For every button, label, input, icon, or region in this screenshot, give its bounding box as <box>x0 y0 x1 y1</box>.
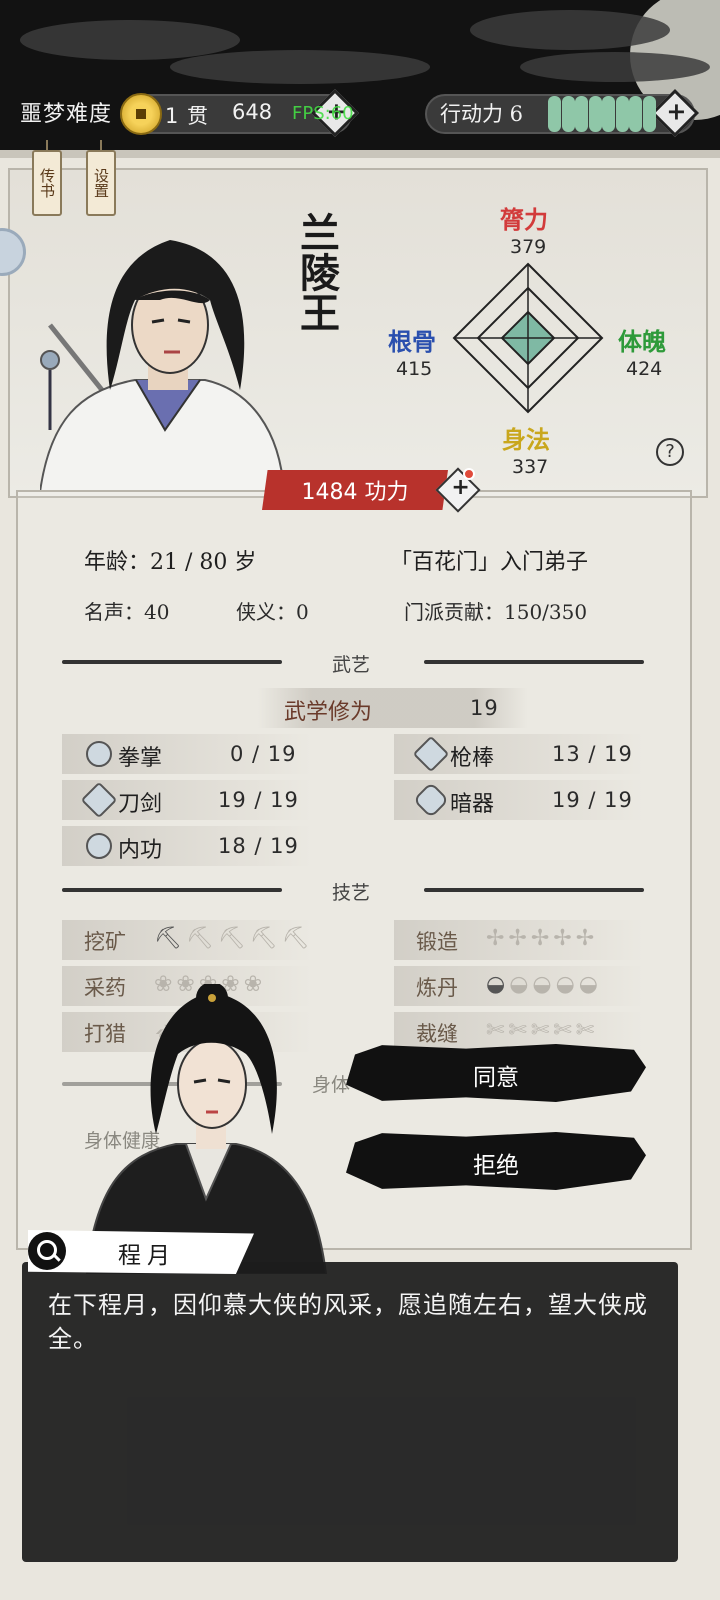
stamina-segment <box>629 96 642 132</box>
attribute-radar-chart <box>452 262 604 414</box>
accept-button-label[interactable]: 同意 <box>346 1058 646 1092</box>
skill-value: 19 / 19 <box>552 788 633 812</box>
skill-value: 13 / 19 <box>552 742 633 766</box>
follower-portrait <box>86 984 328 1274</box>
mortar-level-icons: ◒◒◒◒◒ <box>486 972 602 997</box>
stamina-segment <box>615 96 629 132</box>
attr-physique-value: 424 <box>626 358 663 380</box>
skill-value: 18 / 19 <box>218 834 299 858</box>
currency-sub-count: 648 <box>232 100 273 124</box>
skill-label: 拳掌 <box>118 746 163 771</box>
craft-label: 锻造 <box>416 930 458 954</box>
speaker-name: 程月 <box>118 1243 176 1269</box>
craft-label: 炼丹 <box>416 976 458 1000</box>
pickaxe-level-icons: ⛏⛏⛏⛏⛏ <box>154 926 314 951</box>
help-icon[interactable]: ? <box>656 438 684 466</box>
anvil-level-icons: ✢✢✢✢✢ <box>486 926 599 951</box>
craft-label: 挖矿 <box>84 930 126 954</box>
cloud-decoration <box>470 10 670 50</box>
inner-power-icon <box>86 833 112 859</box>
attr-agility-value: 337 <box>512 456 549 478</box>
contribution-text: 门派贡献：150/350 <box>404 600 588 624</box>
search-icon[interactable] <box>28 1232 66 1270</box>
fame-text: 名声：40 <box>84 600 170 624</box>
attr-physique-label: 体魄 <box>618 327 666 356</box>
currency-count: 1 贯 <box>165 104 210 128</box>
attr-constitution-label: 根骨 <box>388 327 436 356</box>
divider <box>424 660 644 664</box>
skill-value: 19 / 19 <box>218 788 299 812</box>
martial-section-title: 武艺 <box>332 654 371 676</box>
reject-button-label[interactable]: 拒绝 <box>346 1146 646 1180</box>
cloud-decoration <box>170 50 430 84</box>
skill-label: 内功 <box>118 838 163 863</box>
craft-label: 裁缝 <box>416 1022 458 1046</box>
sect-text: 「百花门」入门弟子 <box>390 550 589 575</box>
divider <box>424 888 644 892</box>
crafts-section-title: 技艺 <box>332 882 371 904</box>
settings-tassel-button[interactable]: 设置 <box>86 140 116 216</box>
fps-overlay: FPS:60 <box>292 103 354 124</box>
mail-tassel-button[interactable]: 传书 <box>32 140 62 216</box>
stamina-segment <box>588 96 602 132</box>
attr-agility-label: 身法 <box>502 425 550 454</box>
divider <box>62 888 282 892</box>
needle-level-icons: ✄✄✄✄✄ <box>486 1018 599 1043</box>
chivalry-text: 侠义：0 <box>236 600 309 624</box>
attr-strength-label: 膂力 <box>500 205 548 234</box>
attr-strength-value: 379 <box>510 236 547 258</box>
fist-icon <box>86 741 112 767</box>
notification-dot <box>463 468 475 480</box>
character-portrait <box>40 240 286 492</box>
stamina-segment <box>575 96 588 132</box>
stamina-segment <box>561 96 575 132</box>
difficulty-label: 噩梦难度 <box>20 102 113 127</box>
stamina-segment <box>642 96 656 132</box>
attr-constitution-value: 415 <box>396 358 433 380</box>
stamina-segment <box>548 96 561 132</box>
plus-icon: + <box>666 97 687 126</box>
cloud-decoration <box>520 52 710 82</box>
skill-label: 刀剑 <box>118 792 163 817</box>
power-value: 1484 功力 <box>301 480 409 505</box>
action-points-label: 行动力 6 <box>440 102 524 126</box>
character-name: 兰陵王 <box>293 212 340 332</box>
divider <box>62 660 282 664</box>
skill-label: 暗器 <box>450 792 495 817</box>
skill-label: 枪棒 <box>450 746 495 771</box>
coin-icon <box>120 93 162 135</box>
cultivation-value: 19 <box>470 696 499 720</box>
skill-value: 0 / 19 <box>230 742 297 766</box>
cultivation-label: 武学修为 <box>284 700 373 725</box>
stamina-segment <box>602 96 615 132</box>
age-text: 年龄：21 / 80 岁 <box>84 550 257 575</box>
dialog-text: 在下程月，因仰慕大侠的风采，愿追随左右，望大侠成全。 <box>48 1291 648 1353</box>
